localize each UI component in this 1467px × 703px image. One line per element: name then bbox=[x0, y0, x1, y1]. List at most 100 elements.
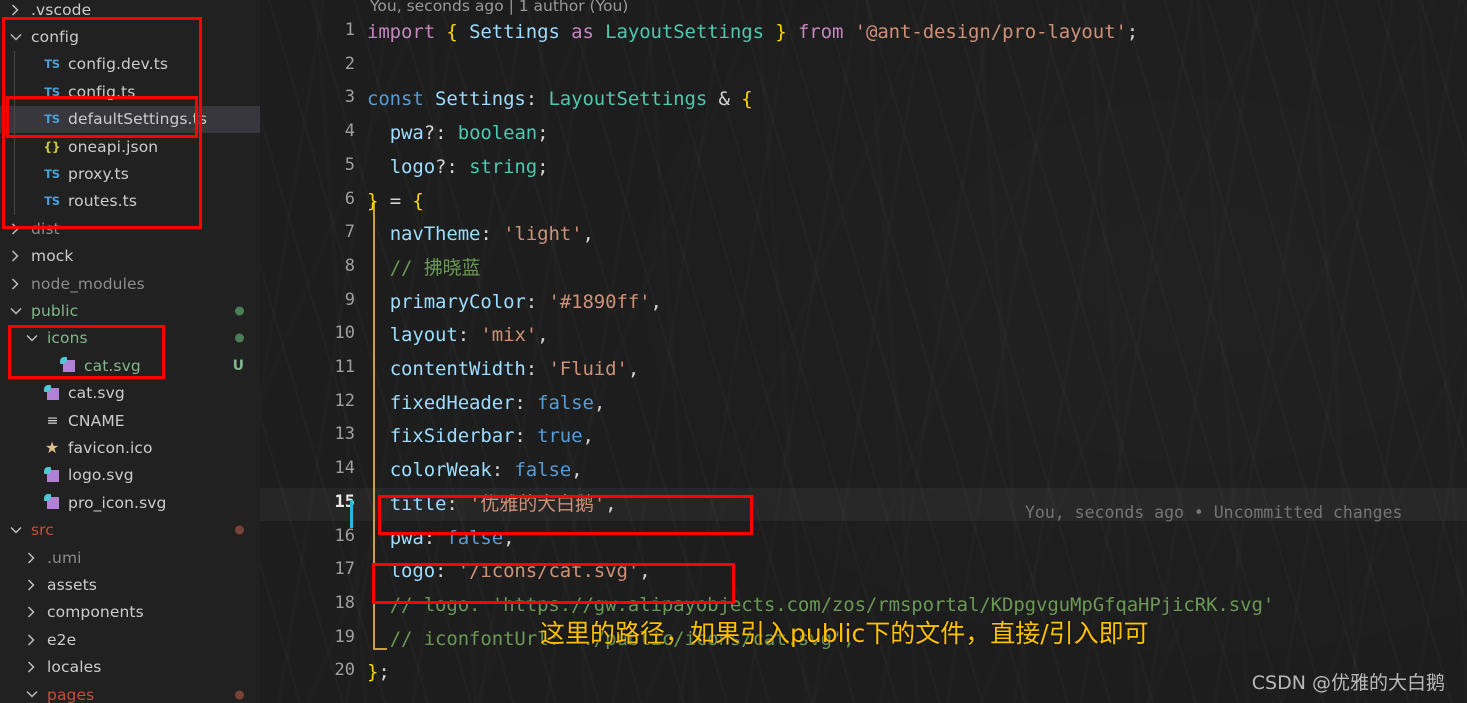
code-line[interactable]: pwa: false, bbox=[367, 522, 515, 556]
chevron-right-icon[interactable] bbox=[6, 278, 25, 290]
ts-file-icon: TS bbox=[44, 194, 60, 209]
chevron-down-icon[interactable] bbox=[22, 334, 41, 343]
tree-item-label: defaultSettings.ts bbox=[68, 110, 207, 129]
code-line[interactable]: primaryColor: '#1890ff', bbox=[367, 286, 662, 320]
code-line[interactable]: logo: '/icons/cat.svg', bbox=[367, 555, 651, 589]
line-number: 5 bbox=[344, 154, 355, 175]
json-file-icon: {} bbox=[43, 139, 61, 154]
tree-folder-umi[interactable]: .umi bbox=[0, 544, 260, 571]
tree-file-defaultsettings-ts[interactable]: TS defaultSettings.ts bbox=[0, 105, 260, 133]
line-number: 8 bbox=[344, 255, 355, 276]
tree-folder-components[interactable]: components bbox=[0, 599, 260, 626]
svg-file-icon bbox=[41, 466, 63, 484]
tree-item-label: node_modules bbox=[31, 274, 145, 293]
tree-folder-pages[interactable]: pages bbox=[0, 681, 260, 703]
tree-item-label: components bbox=[47, 603, 144, 622]
code-line[interactable]: fixSiderbar: true, bbox=[367, 420, 594, 454]
chevron-right-icon[interactable] bbox=[6, 250, 25, 262]
line-number: 12 bbox=[334, 390, 355, 411]
code-line[interactable]: navTheme: 'light', bbox=[367, 218, 594, 252]
line-number: 17 bbox=[334, 559, 355, 580]
line-number: 1 bbox=[344, 20, 355, 40]
code-line[interactable]: const Settings: LayoutSettings & { bbox=[367, 83, 753, 117]
tree-item-label: proxy.ts bbox=[68, 165, 129, 184]
tree-folder-node-modules[interactable]: node_modules bbox=[0, 270, 260, 297]
tree-file-favicon-ico[interactable]: ★ favicon.ico bbox=[0, 434, 260, 461]
tree-file-cat-svg[interactable]: cat.svg U bbox=[0, 352, 260, 379]
chevron-right-icon[interactable] bbox=[22, 552, 41, 564]
line-number: 6 bbox=[344, 188, 355, 209]
svg-file-icon bbox=[41, 384, 63, 402]
tree-file-pro-icon-svg[interactable]: pro_icon.svg bbox=[0, 489, 260, 516]
git-status-badge: U bbox=[232, 357, 244, 374]
line-number: 2 bbox=[344, 53, 355, 74]
tree-item-label: logo.svg bbox=[68, 466, 134, 485]
svg-file-icon bbox=[57, 357, 79, 374]
star-file-icon: ★ bbox=[44, 438, 60, 458]
tree-folder-mock[interactable]: mock bbox=[0, 243, 260, 270]
tree-item-label: icons bbox=[47, 329, 88, 348]
csdn-watermark: CSDN @优雅的大白鹅 bbox=[1251, 672, 1445, 694]
tree-file-config-dev-ts[interactable]: TS config.dev.ts bbox=[0, 51, 260, 78]
chevron-right-icon[interactable] bbox=[22, 579, 41, 591]
tree-file-logo-svg[interactable]: logo.svg bbox=[0, 462, 260, 489]
code-editor[interactable]: 1 2 3 4 5 6 7 8 9 10 11 12 13 14 15 16 17 18 19 20 You, sec… bbox=[260, 0, 1467, 703]
tree-folder-assets[interactable]: assets bbox=[0, 571, 260, 598]
tree-file-cname[interactable]: ≡ CNAME bbox=[0, 407, 260, 434]
chevron-down-icon[interactable] bbox=[6, 33, 25, 42]
tree-file-cat-svg[interactable]: cat.svg bbox=[0, 380, 260, 407]
line-number: 18 bbox=[334, 592, 355, 613]
tree-folder-src[interactable]: src bbox=[0, 517, 260, 544]
code-line[interactable]: colorWeak: false, bbox=[367, 454, 583, 488]
line-number: 13 bbox=[334, 424, 355, 445]
chevron-right-icon[interactable] bbox=[22, 606, 41, 619]
chevron-down-icon[interactable] bbox=[6, 526, 25, 535]
tree-file-proxy-ts[interactable]: TS proxy.ts bbox=[0, 160, 260, 187]
code-line[interactable]: contentWidth: 'Fluid', bbox=[367, 353, 640, 387]
code-line[interactable]: }; bbox=[367, 656, 390, 690]
tree-item-label: locales bbox=[47, 658, 102, 677]
chevron-right-icon[interactable] bbox=[6, 223, 25, 235]
text-cursor bbox=[350, 500, 353, 528]
tree-indent-guide bbox=[14, 51, 15, 215]
tree-item-label: src bbox=[31, 521, 54, 540]
tree-folder-e2e[interactable]: e2e bbox=[0, 626, 260, 653]
chevron-right-icon[interactable] bbox=[22, 634, 41, 646]
tree-folder-config[interactable]: config bbox=[0, 23, 260, 50]
chevron-right-icon[interactable] bbox=[22, 661, 41, 673]
code-line[interactable]: logo?: string; bbox=[367, 151, 549, 185]
tree-folder-vscode[interactable]: .vscode bbox=[0, 0, 260, 23]
file-explorer-sidebar[interactable]: .vscode config TS config.dev.ts TS config.ts T… bbox=[0, 0, 260, 703]
ts-file-icon: TS bbox=[44, 57, 60, 72]
tree-file-config-ts[interactable]: TS config.ts bbox=[0, 78, 260, 105]
tree-file-oneapi-json[interactable]: {} oneapi.json bbox=[0, 133, 260, 160]
code-line[interactable]: fixedHeader: false, bbox=[367, 387, 606, 421]
line-number: 20 bbox=[334, 660, 355, 681]
code-line[interactable]: } = { bbox=[367, 185, 424, 219]
line-number: 7 bbox=[344, 222, 355, 243]
tree-item-label: config.ts bbox=[68, 82, 136, 101]
code-line[interactable]: layout: 'mix', bbox=[367, 319, 549, 353]
code-line[interactable]: pwa?: boolean; bbox=[367, 117, 549, 151]
code-line[interactable]: title: '优雅的大白鹅', bbox=[367, 488, 617, 522]
tree-item-label: dist bbox=[31, 219, 60, 238]
code-content[interactable]: import { Settings as LayoutSettings } fr… bbox=[367, 0, 1467, 703]
chevron-right-icon[interactable] bbox=[6, 4, 25, 16]
tree-item-label: pro_icon.svg bbox=[68, 493, 167, 512]
git-status-dot bbox=[235, 333, 244, 343]
line-number-gutter: 1 2 3 4 5 6 7 8 9 10 11 12 13 14 15 16 17 18 19 20 bbox=[260, 0, 367, 703]
code-line[interactable]: // 拂晓蓝 bbox=[367, 252, 481, 286]
tree-folder-public[interactable]: public bbox=[0, 297, 260, 324]
list-file-icon: ≡ bbox=[46, 412, 59, 429]
yellow-annotation-note: 这里的路径，如果引入public下的文件，直接/引入即可 bbox=[540, 619, 1149, 648]
tree-file-routes-ts[interactable]: TS routes.ts bbox=[0, 188, 260, 215]
tree-folder-dist[interactable]: dist bbox=[0, 215, 260, 242]
chevron-down-icon[interactable] bbox=[22, 690, 41, 699]
tree-folder-icons[interactable]: icons bbox=[0, 325, 260, 352]
chevron-down-icon[interactable] bbox=[6, 307, 25, 316]
tree-item-label: config bbox=[31, 28, 80, 47]
tree-item-label: public bbox=[31, 302, 79, 321]
line-number: 4 bbox=[344, 121, 355, 142]
code-line[interactable]: import { Settings as LayoutSettings } fr… bbox=[367, 16, 1138, 50]
tree-folder-locales[interactable]: locales bbox=[0, 654, 260, 681]
